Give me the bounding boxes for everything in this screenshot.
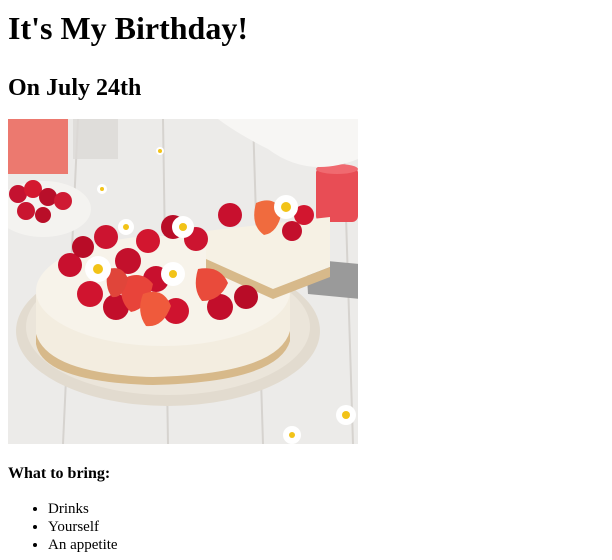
- list-item: Drinks: [48, 500, 604, 518]
- what-to-bring-heading: What to bring:: [8, 465, 111, 482]
- page-subtitle: On July 24th: [8, 75, 142, 101]
- list-item: An appetite: [48, 536, 604, 554]
- cheesecake-image: [8, 119, 358, 444]
- page-title: It's My Birthday!: [8, 10, 248, 46]
- page-content: It's My Birthday! On July 24th What to b…: [0, 0, 612, 554]
- list-item: Yourself: [48, 518, 604, 536]
- bring-list: Drinks Yourself An appetite: [8, 500, 604, 554]
